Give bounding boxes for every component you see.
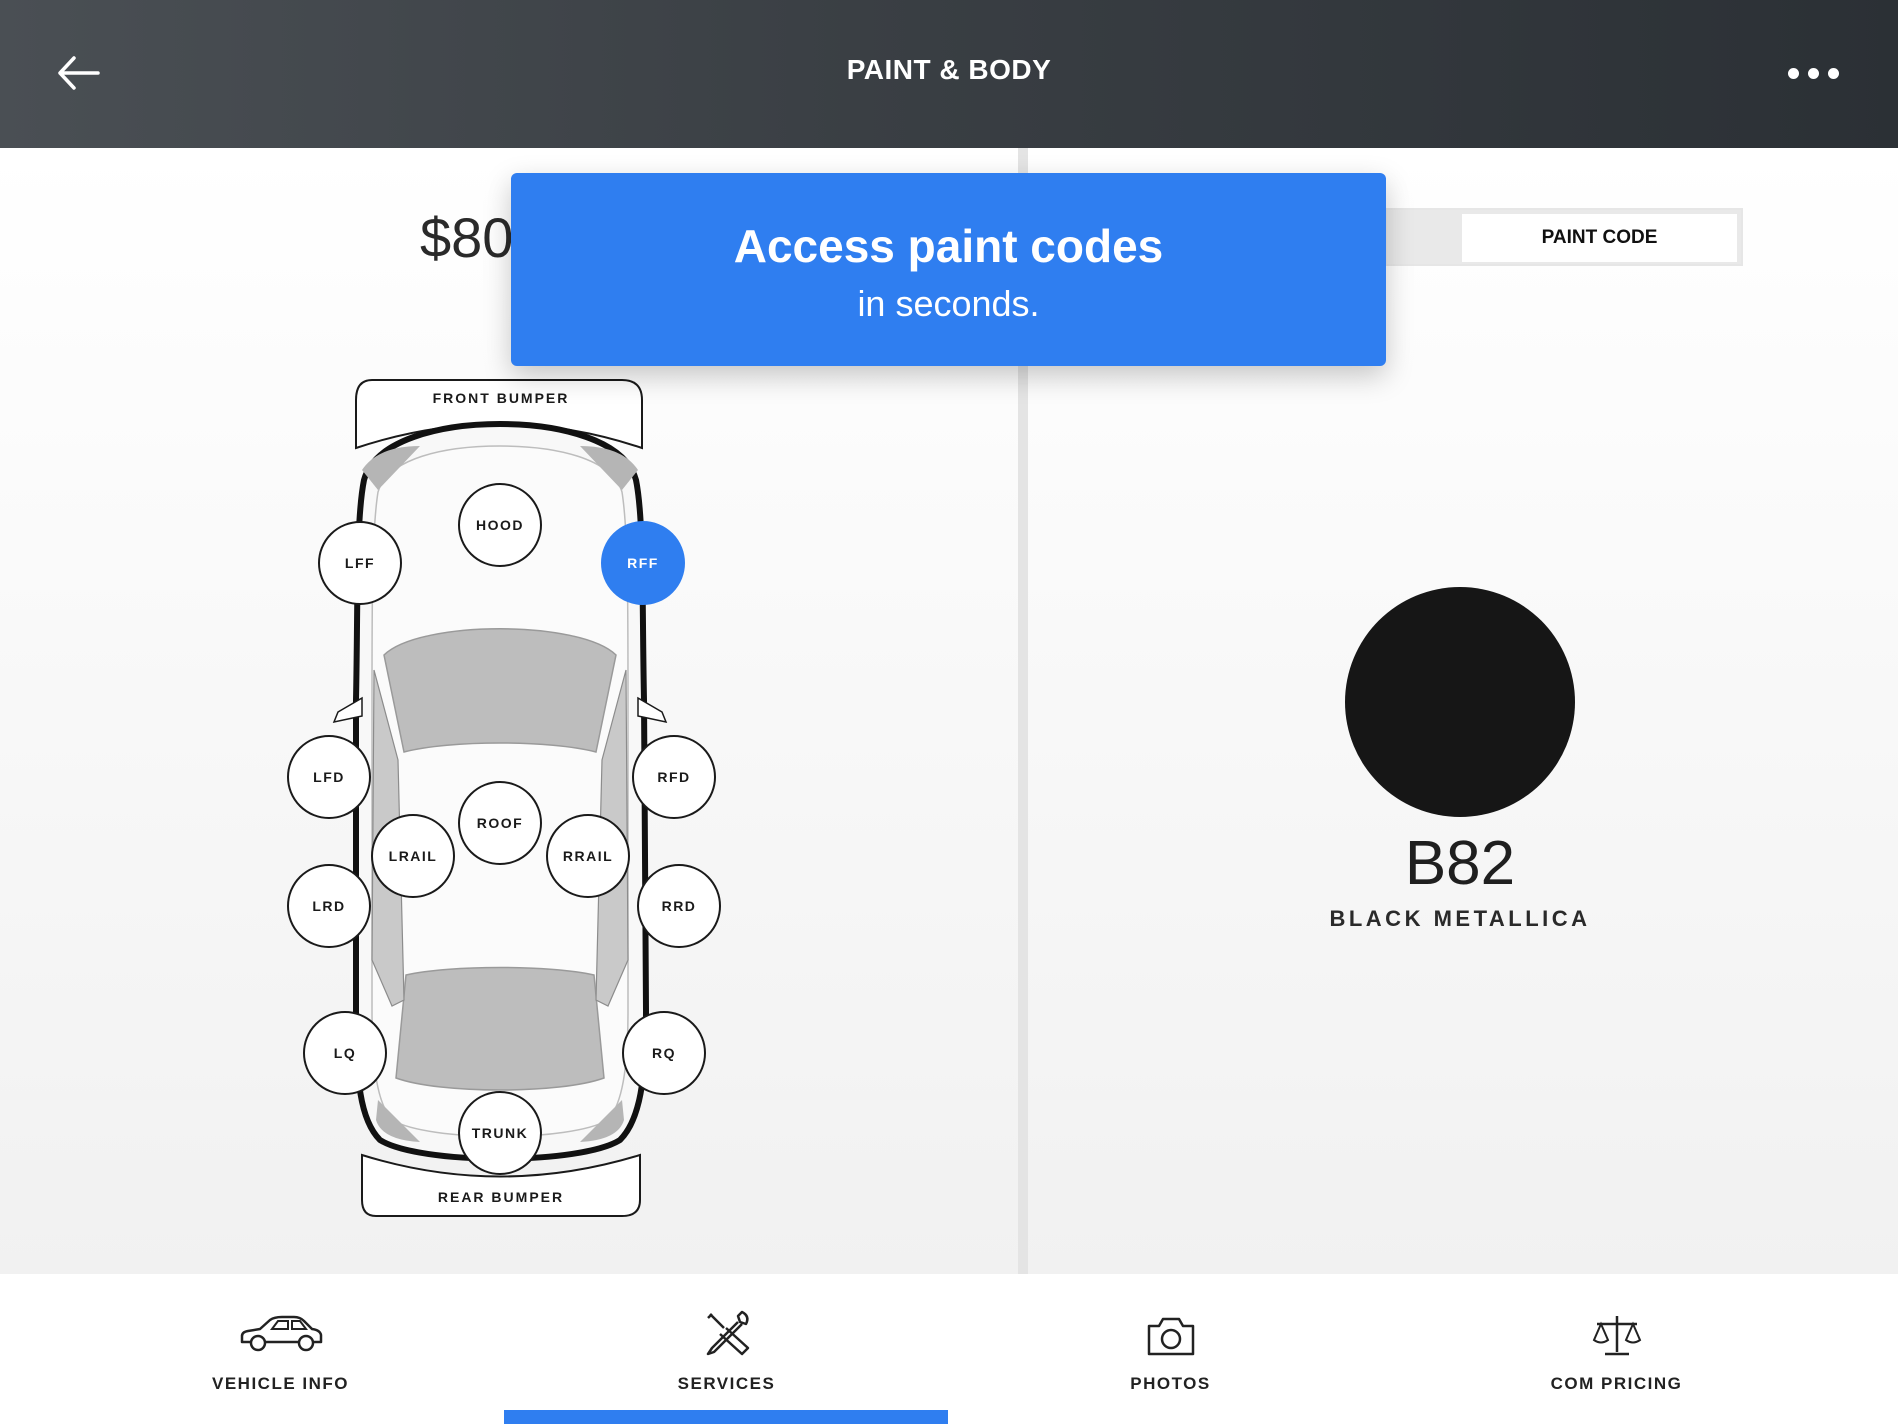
front-bumper-label[interactable]: FRONT BUMPER (361, 390, 641, 406)
rear-bumper-label[interactable]: REAR BUMPER (361, 1189, 641, 1205)
tab-label: SERVICES (677, 1374, 776, 1393)
zone-lrail[interactable]: LRAIL (371, 814, 455, 898)
tab-services[interactable]: SERVICES (504, 1274, 949, 1424)
camera-icon (1147, 1317, 1194, 1356)
zone-lff[interactable]: LFF (318, 521, 402, 605)
tab-photos[interactable]: PHOTOS (948, 1274, 1393, 1424)
zone-rfd[interactable]: RFD (632, 735, 716, 819)
zone-rq[interactable]: RQ (622, 1011, 706, 1095)
promo-headline: Access paint codes (733, 220, 1164, 272)
zone-rff[interactable]: RFF (601, 521, 685, 605)
zone-rrail[interactable]: RRAIL (546, 814, 630, 898)
tools-icon (706, 1310, 749, 1356)
active-tab-indicator (504, 1410, 948, 1424)
tab-label: VEHICLE INFO (211, 1374, 349, 1393)
paint-code-value: B82 (1404, 829, 1516, 898)
tab-vehicle-info[interactable]: VEHICLE INFO (58, 1274, 503, 1424)
paint-color-name: BLACK METALLICA (1329, 906, 1591, 931)
tab-com-pricing[interactable]: COM PRICING (1394, 1274, 1839, 1424)
tab-label: PHOTOS (1130, 1374, 1211, 1393)
tab-label: COM PRICING (1550, 1374, 1683, 1393)
zone-lrd[interactable]: LRD (287, 864, 371, 948)
promo-banner: Access paint codes in seconds. (511, 173, 1386, 366)
zone-lq[interactable]: LQ (303, 1011, 387, 1095)
bottom-tab-bar: VEHICLE INFO SERVICES PHOTOS COM PRICING (0, 1274, 1898, 1424)
promo-subline: in seconds. (857, 283, 1040, 324)
zone-rrd[interactable]: RRD (637, 864, 721, 948)
zone-lfd[interactable]: LFD (287, 735, 371, 819)
zone-roof[interactable]: ROOF (458, 781, 542, 865)
zone-trunk[interactable]: TRUNK (458, 1091, 542, 1175)
car-icon (240, 1315, 322, 1352)
zone-hood[interactable]: HOOD (458, 483, 542, 567)
paint-color-swatch (1345, 587, 1575, 817)
scale-icon (1592, 1316, 1641, 1356)
